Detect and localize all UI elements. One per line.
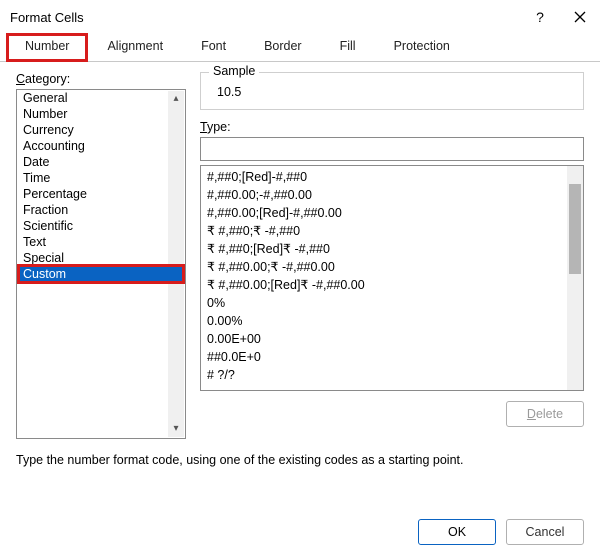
type-input[interactable] xyxy=(200,137,584,161)
list-item[interactable]: #,##0.00;-#,##0.00 xyxy=(201,186,583,204)
list-item[interactable]: 0.00E+00 xyxy=(201,330,583,348)
list-item[interactable]: Text xyxy=(17,234,185,250)
sample-value: 10.5 xyxy=(211,79,573,99)
dialog-footer: OK Cancel xyxy=(0,507,600,557)
help-button[interactable]: ? xyxy=(520,0,560,34)
cancel-button[interactable]: Cancel xyxy=(506,519,584,545)
list-item[interactable]: Currency xyxy=(17,122,185,138)
list-item[interactable]: ₹ #,##0;[Red]₹ -#,##0 xyxy=(201,240,583,258)
dialog-title: Format Cells xyxy=(10,10,520,25)
list-item[interactable]: Number xyxy=(17,106,185,122)
sample-label: Sample xyxy=(209,64,259,78)
close-button[interactable] xyxy=(560,0,600,34)
ok-button[interactable]: OK xyxy=(418,519,496,545)
list-item[interactable]: Percentage xyxy=(17,186,185,202)
category-listbox[interactable]: General Number Currency Accounting Date … xyxy=(16,89,186,439)
list-item[interactable]: ₹ #,##0.00;₹ -#,##0.00 xyxy=(201,258,583,276)
tab-number[interactable]: Number xyxy=(6,33,88,62)
hint-text: Type the number format code, using one o… xyxy=(16,453,584,467)
right-column: Sample 10.5 Type: #,##0;[Red]-#,##0 #,##… xyxy=(200,72,584,439)
titlebar: Format Cells ? xyxy=(0,0,600,34)
list-item[interactable]: ₹ #,##0;₹ -#,##0 xyxy=(201,222,583,240)
list-item[interactable]: 0% xyxy=(201,294,583,312)
tab-border[interactable]: Border xyxy=(245,33,321,62)
list-item[interactable]: ##0.0E+0 xyxy=(201,348,583,366)
category-column: Category: General Number Currency Accoun… xyxy=(16,72,186,439)
tab-protection[interactable]: Protection xyxy=(375,33,469,62)
type-scrollbar[interactable] xyxy=(567,166,583,390)
scroll-thumb[interactable] xyxy=(569,184,581,274)
dialog-body: Category: General Number Currency Accoun… xyxy=(0,62,600,507)
list-item-custom[interactable]: Custom xyxy=(17,264,185,284)
tab-font[interactable]: Font xyxy=(182,33,245,62)
list-item[interactable]: Time xyxy=(17,170,185,186)
scroll-up-icon[interactable]: ▴ xyxy=(173,91,178,107)
format-cells-dialog: Format Cells ? Number Alignment Font Bor… xyxy=(0,0,600,557)
type-listbox[interactable]: #,##0;[Red]-#,##0 #,##0.00;-#,##0.00 #,#… xyxy=(200,165,584,391)
tab-fill[interactable]: Fill xyxy=(321,33,375,62)
list-item[interactable]: ₹ #,##0.00;[Red]₹ -#,##0.00 xyxy=(201,276,583,294)
tab-alignment[interactable]: Alignment xyxy=(88,33,182,62)
delete-button[interactable]: Delete xyxy=(506,401,584,427)
list-item[interactable]: #,##0;[Red]-#,##0 xyxy=(201,168,583,186)
list-item[interactable]: #,##0.00;[Red]-#,##0.00 xyxy=(201,204,583,222)
list-item[interactable]: Scientific xyxy=(17,218,185,234)
tabstrip: Number Alignment Font Border Fill Protec… xyxy=(0,32,600,62)
category-label: Category: xyxy=(16,72,186,86)
list-item[interactable]: General xyxy=(17,90,185,106)
list-item[interactable]: Accounting xyxy=(17,138,185,154)
list-item[interactable]: 0.00% xyxy=(201,312,583,330)
list-item[interactable]: Fraction xyxy=(17,202,185,218)
sample-box: Sample 10.5 xyxy=(200,72,584,110)
list-item[interactable]: Date xyxy=(17,154,185,170)
close-icon xyxy=(574,11,586,23)
type-label: Type: xyxy=(200,120,584,134)
scroll-down-icon[interactable]: ▾ xyxy=(173,421,178,437)
list-item[interactable]: # ?/? xyxy=(201,366,583,384)
